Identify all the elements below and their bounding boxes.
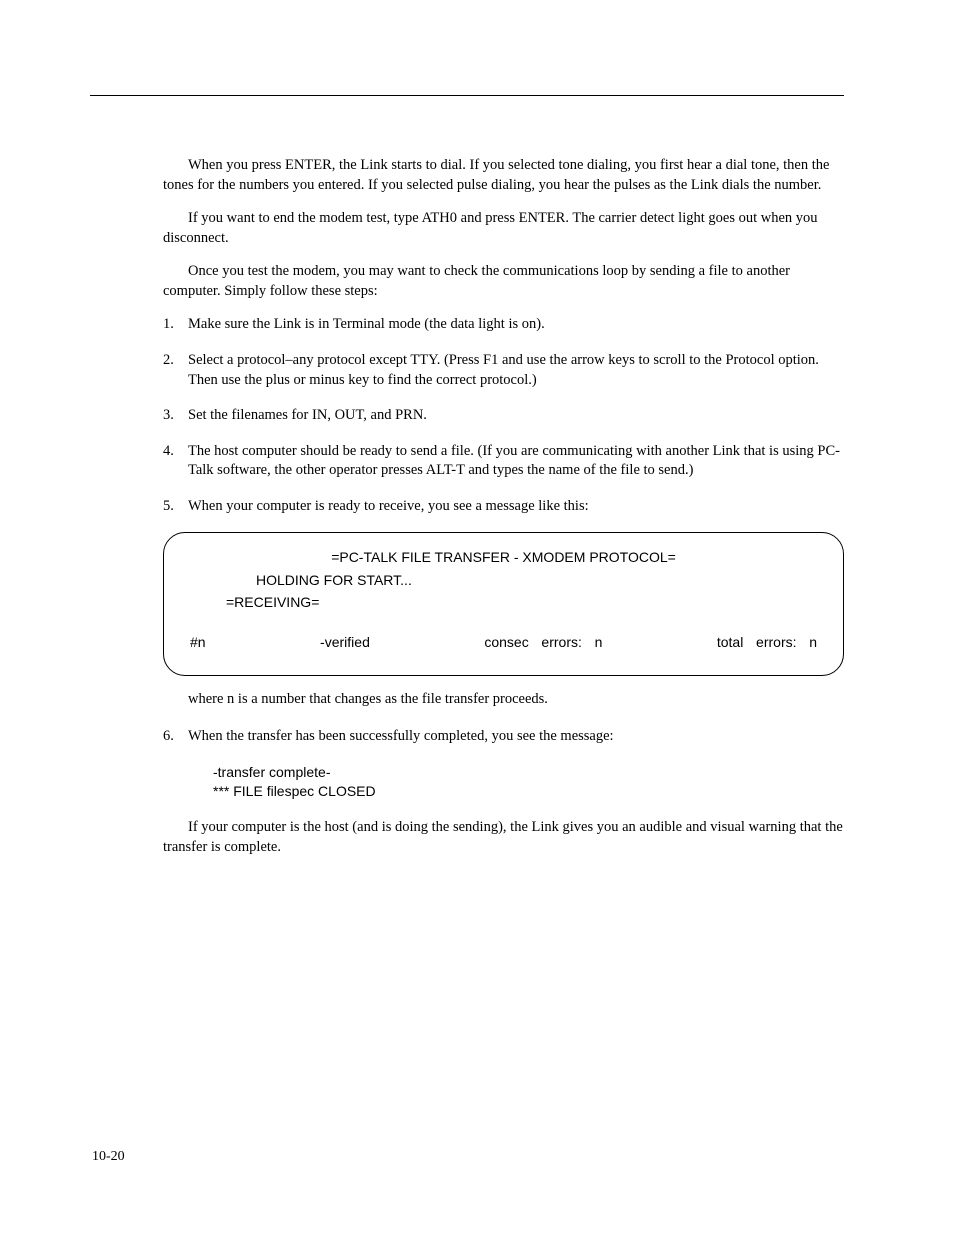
box-receiving-line: =RECEIVING= [190,592,817,612]
step-number: 4. [163,442,188,481]
step-5: 5. When your computer is ready to receiv… [163,497,844,517]
text: and types the name of the file to send.) [465,462,694,478]
text: Select a protocol–any protocol except TT… [188,352,483,368]
step-6: 6. When the transfer has been successful… [163,727,844,747]
step-number: 1. [163,315,188,335]
step-number: 5. [163,497,188,517]
step-2: 2. Select a protocol–any protocol except… [163,351,844,390]
step-text: Set the filenames for IN, OUT, and PRN. [188,406,844,426]
text: If you want to end the modem test, type … [188,210,519,226]
message-transfer-complete: -transfer complete- [213,763,844,782]
step-text: When your computer is ready to receive, … [188,497,844,517]
paragraph-end-modem-test: If you want to end the modem test, type … [163,209,844,248]
spacer [190,612,817,632]
box-holding-line: HOLDING FOR START... [190,570,817,590]
box-header-line: =PC-TALK FILE TRANSFER - XMODEM PROTOCOL… [190,547,817,567]
step-number: 2. [163,351,188,390]
text: When you press [188,157,285,173]
step-text: Make sure the Link is in Terminal mode (… [188,315,844,335]
paragraph-host-sending: If your computer is the host (and is doi… [163,818,844,857]
screen-output-box: =PC-TALK FILE TRANSFER - XMODEM PROTOCOL… [163,532,844,675]
box-fields-line: #n -verified consec errors: n total erro… [190,632,817,652]
step-number: 6. [163,727,188,747]
step-3: 3. Set the filenames for IN, OUT, and PR… [163,406,844,426]
page-number: 10-20 [92,1149,125,1165]
header-divider [90,95,844,96]
message-file-closed: *** FILE filespec CLOSED [213,782,844,801]
step-text: Select a protocol–any protocol except TT… [188,351,844,390]
paragraph-where-n: where n is a number that changes as the … [188,690,844,710]
page-body: When you press ENTER, the Link starts to… [163,156,844,858]
text: Once you test the modem, you may want to… [163,263,790,299]
key-f1: F1 [483,352,498,368]
text: If your computer is the host (and is doi… [163,819,843,855]
step-text: The host computer should be ready to sen… [188,442,844,481]
step-number: 3. [163,406,188,426]
key-enter: ENTER [519,210,566,226]
step-text: When the transfer has been successfully … [188,727,844,747]
text: is a number that changes as the file tra… [234,691,548,707]
key-alt: ALT [426,462,452,478]
step-1: 1. Make sure the Link is in Terminal mod… [163,315,844,335]
page-number-text: 10-20 [92,1149,125,1164]
paragraph-dial-description: When you press ENTER, the Link starts to… [163,156,844,195]
text: where [188,691,227,707]
key-enter: ENTER [285,157,332,173]
step-4: 4. The host computer should be ready to … [163,442,844,481]
paragraph-comm-loop-intro: Once you test the modem, you may want to… [163,262,844,301]
key-t: T [456,462,465,478]
